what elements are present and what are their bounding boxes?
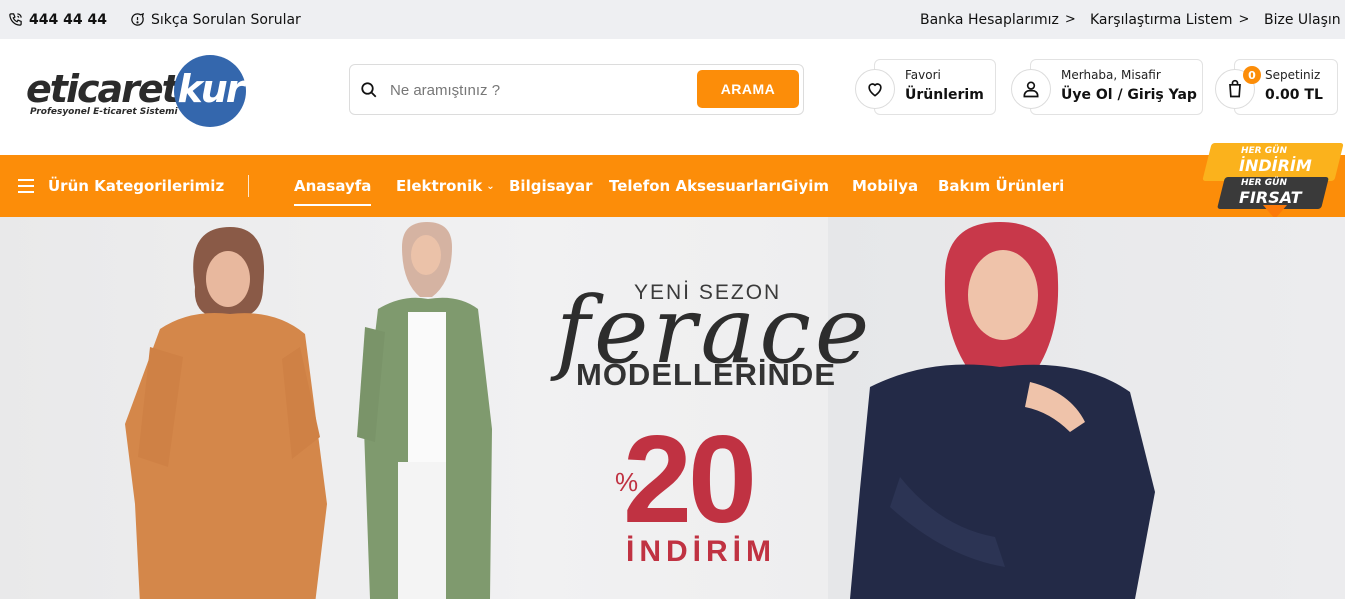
nav-link-bilgisayar[interactable]: Bilgisayar [509,155,592,217]
hero-banner[interactable]: YENİ SEZON ferace MODELLERİNDE % 20 İNDİ… [0,217,1345,599]
nav-link-anasayfa[interactable]: Anasayfa [294,155,372,217]
banner-models-text: MODELLERİNDE [576,357,836,392]
promo-line-4: FIRSAT [1239,188,1302,207]
main-nav: Ürün Kategorilerimiz Anasayfa Elektronik… [0,155,1345,217]
nav-link-telefon-aksesuarlari[interactable]: Telefon Aksesuarları [609,155,781,217]
nav-link-mobilya[interactable]: Mobilya [852,155,918,217]
promo-line-3: HER GÜN [1241,178,1287,188]
user-icon [1023,81,1039,98]
phone-link[interactable]: 444 44 44 [8,0,107,39]
cart-total: 0.00 TL [1265,87,1323,103]
nav-link-label: Mobilya [852,177,919,195]
faq-link[interactable]: Sıkça Sorulan Sorular [130,0,301,39]
chevron-down-icon: ⌄ [486,180,495,192]
daily-deal-badge[interactable]: HER GÜN İNDİRİM HER GÜN FIRSAT [1202,143,1344,225]
account-button[interactable]: Merhaba, Misafir Üye Ol / Giriş Yap [1011,59,1203,115]
chevron-right-icon: > [1064,12,1076,27]
favorites-label: Ürünlerim [905,87,984,103]
shopping-bag-icon [1229,79,1241,98]
compare-list-label: Karşılaştırma Listem [1090,11,1233,28]
nav-link-label: Elektronik [396,177,483,195]
phone-icon [9,13,22,26]
contact-label: Bize Ulaşın [1264,11,1341,28]
bank-accounts-link[interactable]: Banka Hesaplarımız > [920,0,1076,39]
nav-link-label: Bilgisayar [509,177,593,195]
contact-link[interactable]: Bize Ulaşın [1264,0,1341,39]
favorites-icon-circle [855,69,895,109]
search-bar: ARAMA [349,64,804,115]
nav-link-label: Bakım Ürünleri [938,177,1065,195]
promo-line-2: İNDİRİM [1239,156,1312,175]
logo-main-text: eticaret [26,67,180,111]
cart-count-badge: 0 [1243,66,1261,84]
promo-line-1: HER GÜN [1241,146,1287,156]
logo-accent-text: kur [177,67,244,111]
phone-number: 444 44 44 [29,11,107,28]
compare-list-link[interactable]: Karşılaştırma Listem > [1090,0,1249,39]
cart-button[interactable]: 0 Sepetiniz 0.00 TL [1215,59,1338,115]
banner-discount-number: 20 [623,411,757,549]
nav-link-bakim-urunleri[interactable]: Bakım Ürünleri [938,155,1064,217]
nav-link-label: Anasayfa [294,177,372,195]
categories-menu-button[interactable]: Ürün Kategorilerimiz [18,155,224,217]
logo-tagline: Profesyonel E-ticaret Sistemi [30,107,178,117]
login-register-label: Üye Ol / Giriş Yap [1061,87,1197,103]
faq-label: Sıkça Sorulan Sorular [151,11,301,28]
banner-discount-word: İNDİRİM [626,535,776,568]
nav-link-label: Giyim [781,177,830,195]
favorites-small-label: Favori [905,68,941,82]
favorites-button[interactable]: Favori Ürünlerim [855,59,996,115]
bank-accounts-label: Banka Hesaplarımız [920,11,1059,28]
header: eticaret kur Profesyonel E-ticaret Siste… [0,39,1345,155]
nav-link-giyim[interactable]: Giyim [781,155,829,217]
categories-label: Ürün Kategorilerimiz [48,177,225,195]
cart-small-label: Sepetiniz [1265,68,1321,82]
nav-link-label: Telefon Aksesuarları [609,177,782,195]
account-greeting: Merhaba, Misafir [1061,68,1161,82]
search-icon [361,82,377,98]
search-input[interactable] [390,75,690,105]
heart-icon [868,83,882,97]
site-logo[interactable]: eticaret kur Profesyonel E-ticaret Siste… [26,55,246,127]
nav-divider [248,175,249,197]
account-icon-circle [1011,69,1051,109]
hamburger-menu-icon [18,179,34,193]
chevron-right-icon: > [1238,12,1250,27]
help-bubble-icon [131,12,145,26]
top-bar: 444 44 44 Sıkça Sorulan Sorular Banka He… [0,0,1345,39]
search-button[interactable]: ARAMA [697,70,799,108]
nav-link-elektronik[interactable]: Elektronik ⌄ [396,155,495,217]
